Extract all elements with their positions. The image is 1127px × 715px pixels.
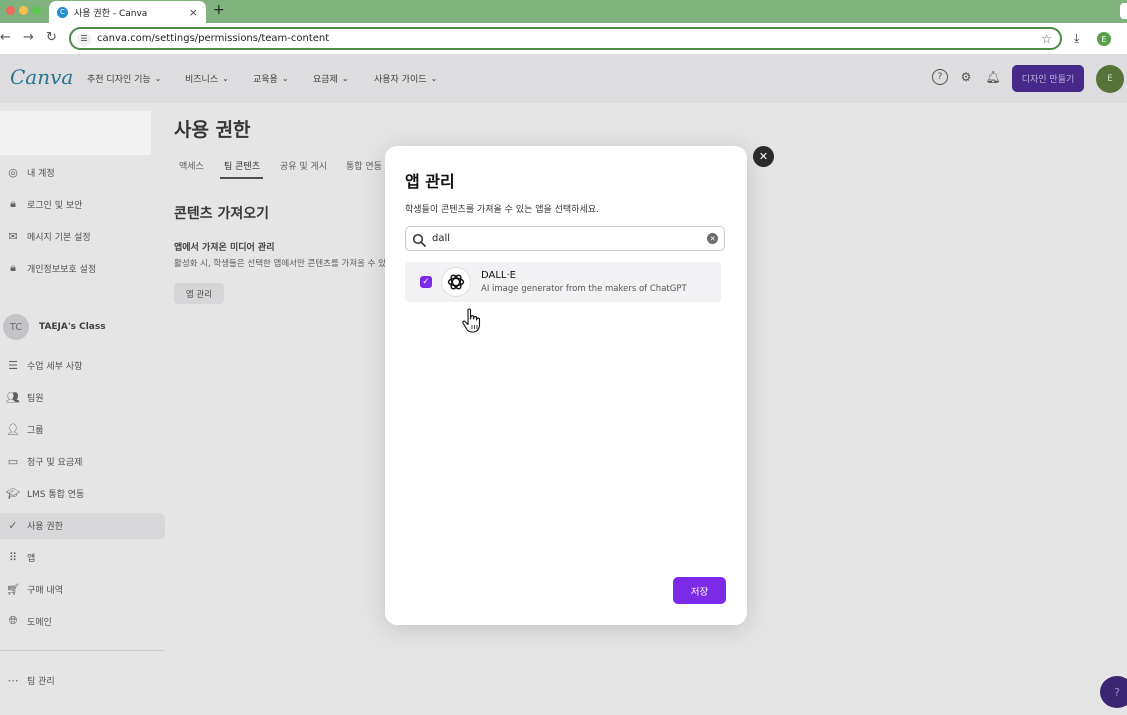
back-arrow-icon[interactable]: ← — [0, 30, 11, 45]
url-omnibox[interactable]: ☰ canva.com/settings/permissions/team-co… — [69, 27, 1062, 50]
tab-title: 사용 권한 - Canva — [74, 8, 148, 19]
search-icon — [412, 232, 426, 247]
app-list-item[interactable]: ✓ DALL·E AI image generator from the mak… — [405, 262, 721, 302]
bookmark-star-icon[interactable]: ☆ — [1041, 32, 1052, 46]
browser-tab[interactable]: C 사용 권한 - Canva × — [49, 1, 206, 23]
app-name: DALL·E — [481, 270, 517, 281]
window-zoom-dot[interactable] — [32, 6, 41, 15]
forward-arrow-icon[interactable]: → — [23, 30, 34, 45]
window-corner-badge — [1120, 3, 1127, 19]
modal-title: 앱 관리 — [405, 172, 455, 191]
window-close-dot[interactable] — [6, 6, 15, 15]
address-bar: ← → ↻ ☰ canva.com/settings/permissions/t… — [0, 23, 1127, 55]
manage-apps-modal: 앱 관리 학생들이 콘텐츠를 가져올 수 있는 앱을 선택하세요. ✕ ✓ DA… — [385, 146, 747, 625]
window-minimize-dot[interactable] — [19, 6, 28, 15]
browser-profile-avatar[interactable]: E — [1097, 32, 1111, 46]
site-settings-icon[interactable]: ☰ — [77, 31, 91, 46]
save-button[interactable]: 저장 — [673, 577, 726, 604]
app-search-box[interactable]: ✕ — [405, 226, 725, 251]
openai-logo-icon — [441, 267, 471, 297]
canva-favicon-icon: C — [57, 6, 68, 18]
app-description: AI image generator from the makers of Ch… — [481, 284, 687, 294]
clear-search-icon[interactable]: ✕ — [707, 233, 718, 244]
new-tab-icon[interactable]: + — [213, 2, 225, 18]
app-checkbox[interactable]: ✓ — [420, 276, 432, 288]
close-modal-icon[interactable]: ✕ — [753, 146, 774, 167]
download-icon[interactable]: ⤓ — [1074, 31, 1079, 46]
browser-tabstrip: C 사용 권한 - Canva × + — [0, 0, 1127, 23]
modal-description: 학생들이 콘텐츠를 가져올 수 있는 앱을 선택하세요. — [405, 205, 599, 215]
reload-icon[interactable]: ↻ — [46, 30, 57, 45]
hand-cursor-icon — [461, 308, 483, 334]
url-text: canva.com/settings/permissions/team-cont… — [97, 33, 330, 44]
tab-close-icon[interactable]: × — [189, 6, 198, 19]
help-fab-button[interactable]: ? — [1100, 676, 1127, 708]
app-search-input[interactable] — [432, 233, 707, 244]
